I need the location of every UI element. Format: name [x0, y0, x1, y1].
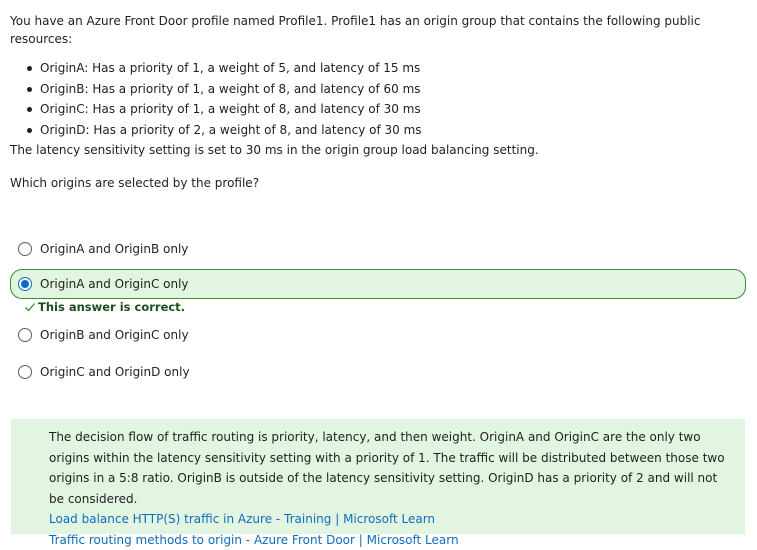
answer-option-label: OriginA and OriginC only [40, 275, 189, 293]
answer-option-label: OriginB and OriginC only [40, 326, 189, 344]
radio-button-selected[interactable] [18, 277, 32, 291]
answer-option-4[interactable]: OriginC and OriginD only [10, 357, 746, 387]
answer-option-label: OriginA and OriginB only [40, 240, 188, 258]
radio-button[interactable] [18, 365, 32, 379]
list-item: OriginC: Has a priority of 1, a weight o… [40, 99, 750, 120]
explanation-panel: The decision flow of traffic routing is … [11, 419, 745, 534]
question-block: You have an Azure Front Door profile nam… [10, 12, 750, 140]
list-item: OriginA: Has a priority of 1, a weight o… [40, 58, 750, 79]
list-item: OriginD: Has a priority of 2, a weight o… [40, 120, 750, 141]
radio-button[interactable] [18, 242, 32, 256]
answer-option-2[interactable]: OriginA and OriginC only [10, 269, 746, 299]
radio-button[interactable] [18, 328, 32, 342]
radio-dot [21, 280, 29, 288]
link-traffic-routing-methods[interactable]: Traffic routing methods to origin - Azur… [49, 530, 735, 550]
answer-feedback: This answer is correct. [24, 300, 185, 314]
answer-option-1[interactable]: OriginA and OriginB only [10, 234, 746, 264]
explanation-text: The decision flow of traffic routing is … [49, 427, 735, 509]
answer-option-label: OriginC and OriginD only [40, 363, 190, 381]
checkmark-icon [24, 301, 36, 313]
answer-option-3[interactable]: OriginB and OriginC only [10, 320, 746, 350]
feedback-text: This answer is correct. [38, 300, 185, 314]
question-note: The latency sensitivity setting is set t… [10, 141, 539, 159]
link-load-balance-training[interactable]: Load balance HTTP(S) traffic in Azure - … [49, 509, 735, 530]
list-item: OriginB: Has a priority of 1, a weight o… [40, 79, 750, 100]
question-intro: You have an Azure Front Door profile nam… [10, 12, 750, 48]
question-prompt: Which origins are selected by the profil… [10, 174, 259, 192]
origin-list: OriginA: Has a priority of 1, a weight o… [10, 58, 750, 140]
